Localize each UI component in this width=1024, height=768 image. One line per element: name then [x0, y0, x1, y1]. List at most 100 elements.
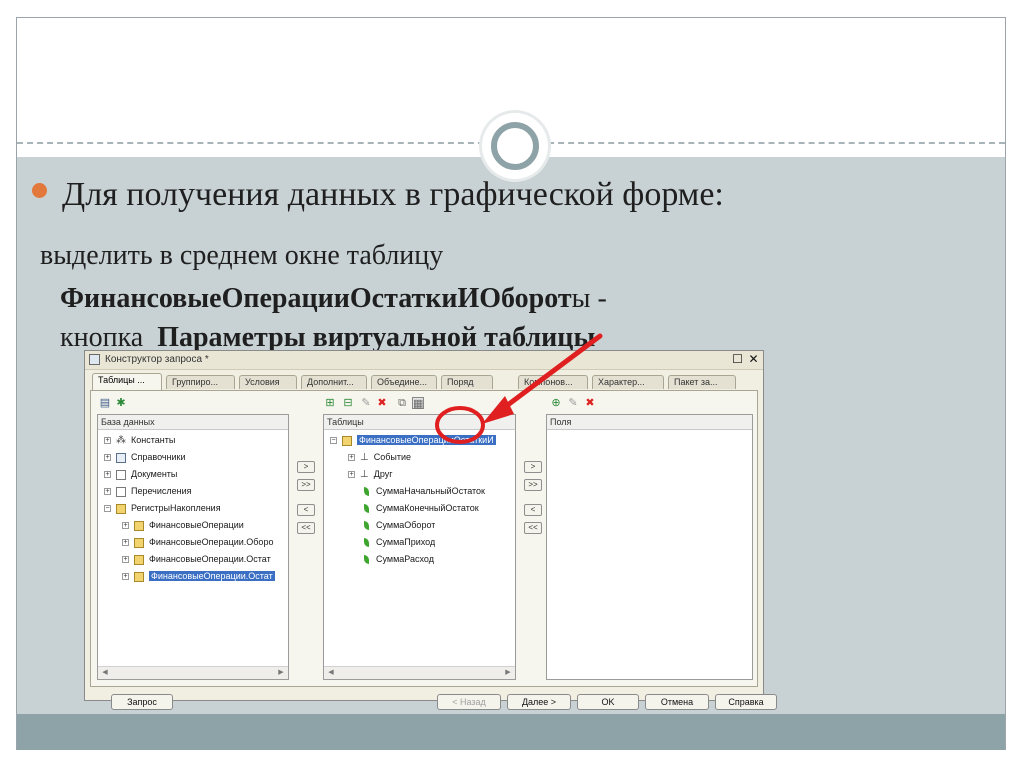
- instruction-line-2: ФинансовыеОперацииОстаткиИОбороты -: [60, 283, 607, 315]
- move-all-right-button[interactable]: >>: [524, 479, 542, 491]
- move-right-button[interactable]: >: [297, 461, 315, 473]
- tree-item-field[interactable]: СуммаПриход: [364, 535, 435, 549]
- collapse-icon[interactable]: −: [104, 505, 111, 513]
- constants-icon: ⁂: [116, 435, 126, 446]
- close-icon[interactable]: ✕: [747, 353, 760, 366]
- tab-conditions[interactable]: Условия: [239, 375, 297, 389]
- horizontal-scrollbar[interactable]: ◀ ▶: [98, 666, 288, 679]
- tree-item-event[interactable]: + ⊥ Событие: [348, 450, 411, 464]
- maximize-icon[interactable]: ☐: [731, 353, 744, 366]
- tree-item-selected-table[interactable]: − ФинансовыеОперацииОстаткиИ: [330, 433, 514, 447]
- tree-item-documents[interactable]: + Документы: [104, 467, 177, 481]
- horizontal-scrollbar[interactable]: ◀ ▶: [324, 666, 515, 679]
- register-icon: [342, 435, 352, 446]
- tree-item-field[interactable]: СуммаНачальныйОстаток: [364, 484, 485, 498]
- help-button[interactable]: Справка: [715, 694, 777, 710]
- tree-item-constants[interactable]: + ⁂ Константы: [104, 433, 175, 447]
- expand-icon[interactable]: +: [122, 539, 129, 547]
- scroll-right-icon[interactable]: ▶: [503, 668, 513, 678]
- tables-panel-header: Таблицы: [324, 415, 515, 430]
- move-right-button[interactable]: >: [524, 461, 542, 473]
- register-icon: [134, 571, 144, 582]
- fields-panel[interactable]: Поля: [546, 414, 753, 680]
- expand-icon[interactable]: +: [122, 522, 129, 530]
- tab-order[interactable]: Поряд: [441, 375, 493, 389]
- tab-additional[interactable]: Дополнит...: [301, 375, 367, 389]
- dimension-icon: ⊥: [360, 452, 369, 463]
- tab-composition[interactable]: Компонов...: [518, 375, 588, 389]
- catalogs-icon: [116, 452, 126, 463]
- expand-icon[interactable]: +: [348, 454, 355, 462]
- expand-icon[interactable]: +: [104, 454, 111, 462]
- instruction-line-1: выделить в среднем окне таблицу: [40, 240, 444, 271]
- register-icon: [134, 537, 144, 548]
- add-table-icon[interactable]: ⊞: [324, 397, 336, 409]
- cancel-button[interactable]: Отмена: [645, 694, 709, 710]
- refresh-icon[interactable]: ✱: [115, 397, 127, 409]
- move-left-button[interactable]: <: [524, 504, 542, 516]
- database-panel[interactable]: База данных + ⁂ Константы + Справочники + До…: [97, 414, 289, 680]
- tree-item-register[interactable]: + ФинансовыеОперации: [122, 518, 244, 532]
- add-nested-query-icon[interactable]: ⊟: [342, 397, 354, 409]
- move-all-left-button[interactable]: <<: [297, 522, 315, 534]
- virtual-table-parameters-icon[interactable]: ▦: [412, 397, 424, 410]
- collapse-icon[interactable]: −: [330, 437, 337, 445]
- window-icon: [89, 354, 100, 365]
- button-name-text: Параметры виртуальной таблицы: [157, 322, 596, 353]
- fields-panel-header: Поля: [547, 415, 752, 430]
- replace-table-icon[interactable]: ⧉: [396, 397, 408, 409]
- documents-icon: [116, 469, 126, 480]
- tables-tab-content: ▤ ✱ База данных + ⁂ Константы + Справочники…: [90, 390, 758, 687]
- move-left-button[interactable]: <: [297, 504, 315, 516]
- tables-panel[interactable]: Таблицы − ФинансовыеОперацииОстаткиИ + ⊥ Со…: [323, 414, 516, 680]
- tab-characteristics[interactable]: Характер...: [592, 375, 664, 389]
- delete-icon[interactable]: ✖: [376, 397, 388, 409]
- query-button[interactable]: Запрос: [111, 694, 173, 710]
- tree-item-register-turnovers[interactable]: + ФинансовыеОперации.Оборо: [122, 535, 288, 549]
- tree-item-enums[interactable]: + Перечисления: [104, 484, 192, 498]
- add-field-icon[interactable]: ⊕: [550, 397, 562, 409]
- resource-icon: [364, 504, 369, 514]
- bullet-icon: [32, 183, 47, 198]
- tree-item-catalogs[interactable]: + Справочники: [104, 450, 186, 464]
- dimension-icon: ⊥: [360, 469, 369, 480]
- expand-icon[interactable]: +: [348, 471, 355, 479]
- database-panel-header: База данных: [98, 415, 288, 430]
- tab-tables[interactable]: Таблицы ...: [92, 373, 162, 390]
- resource-icon: [364, 521, 369, 531]
- ok-button[interactable]: OK: [577, 694, 639, 710]
- expand-icon[interactable]: +: [104, 471, 111, 479]
- next-button[interactable]: Далее >: [507, 694, 571, 710]
- expand-icon[interactable]: +: [104, 437, 111, 445]
- expand-icon[interactable]: +: [104, 488, 111, 496]
- tab-batch[interactable]: Пакет за...: [668, 375, 736, 389]
- scroll-left-icon[interactable]: ◀: [100, 668, 110, 678]
- tree-item-accumulation-registers[interactable]: − РегистрыНакопления: [104, 501, 221, 515]
- delete-field-icon[interactable]: ✖: [584, 397, 596, 409]
- tab-unions[interactable]: Объедине...: [371, 375, 437, 389]
- scroll-left-icon[interactable]: ◀: [326, 668, 336, 678]
- slide-heading: Для получения данных в графической форме…: [62, 176, 724, 213]
- tree-item-friend[interactable]: + ⊥ Друг: [348, 467, 393, 481]
- expand-icon[interactable]: +: [122, 573, 129, 581]
- list-add-icon[interactable]: ▤: [99, 397, 111, 409]
- table-name-text: ФинансовыеОперацииОстаткиИОборот: [60, 283, 572, 314]
- tree-item-field[interactable]: СуммаКонечныйОстаток: [364, 501, 479, 515]
- tab-grouping[interactable]: Группиро...: [166, 375, 235, 389]
- tree-item-field[interactable]: СуммаОборот: [364, 518, 435, 532]
- back-button[interactable]: < Назад: [437, 694, 501, 710]
- move-all-right-button[interactable]: >>: [297, 479, 315, 491]
- edit-icon[interactable]: ✎: [360, 397, 372, 409]
- tree-item-register-balances-turnovers[interactable]: + ФинансовыеОперации.Остат: [122, 569, 288, 583]
- dialog-titlebar: Конструктор запроса * ☐ ✕: [85, 351, 763, 370]
- expand-icon[interactable]: +: [122, 556, 129, 564]
- resource-icon: [364, 538, 369, 548]
- tree-item-register-balances[interactable]: + ФинансовыеОперации.Остат: [122, 552, 288, 566]
- move-all-left-button[interactable]: <<: [524, 522, 542, 534]
- enums-icon: [116, 486, 126, 497]
- edit-field-icon[interactable]: ✎: [567, 397, 579, 409]
- tree-item-field[interactable]: СуммаРасход: [364, 552, 434, 566]
- scroll-right-icon[interactable]: ▶: [276, 668, 286, 678]
- tab-strip: Таблицы ... Группиро... Условия Дополнит…: [90, 373, 760, 390]
- register-icon: [116, 503, 126, 514]
